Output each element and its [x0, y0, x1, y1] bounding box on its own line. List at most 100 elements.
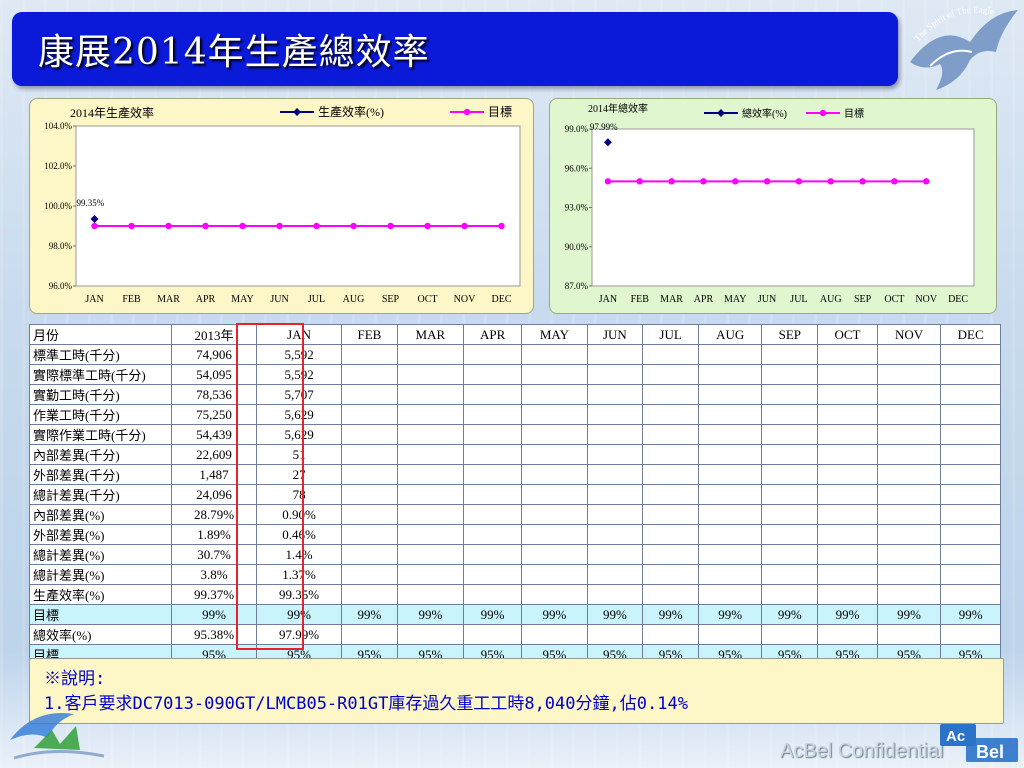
- x-tick-label: NOV: [454, 294, 476, 305]
- legend-label: 生產效率(%): [318, 104, 384, 119]
- table-row: 目標 99% 99% 99% 99% 99% 99% 99% 99% 99% 99% 99% 99% 99…: [29, 604, 1001, 625]
- table-cell: [697, 504, 763, 525]
- table-cell: [462, 504, 523, 525]
- table-cell: 99%: [940, 604, 1001, 625]
- row-label: 外部差異(千分): [29, 464, 172, 485]
- table-cell: [697, 564, 763, 585]
- table-cell: [341, 504, 398, 525]
- plot-area: [591, 128, 975, 287]
- table-header-cell: SEP: [761, 324, 819, 345]
- cell-2013: 30.7%: [170, 544, 258, 565]
- table-cell: [462, 484, 523, 505]
- table-header-row: 月份 2013年 JAN FEB MAR APR MAY JUN JUL AUG SEP OCT NOV…: [29, 324, 1001, 345]
- x-tick-label: JUN: [758, 294, 776, 305]
- row-label: 內部差異(千分): [29, 444, 172, 465]
- x-tick-label: FEB: [631, 294, 650, 305]
- table-header-cell: JUN: [586, 324, 644, 345]
- legend-label: 總效率(%): [742, 107, 787, 120]
- cell-jan: 1.37%: [256, 564, 343, 585]
- table-cell: [876, 504, 942, 525]
- cell-jan: 51: [256, 444, 343, 465]
- cell-2013: 54,095: [170, 364, 258, 385]
- table-cell: [697, 384, 763, 405]
- table-cell: [876, 584, 942, 605]
- legend-label: 目標: [844, 107, 864, 120]
- table-cell: [761, 384, 819, 405]
- table-cell: [876, 544, 942, 565]
- cell-jan: 99%: [256, 604, 343, 625]
- table-cell: [396, 504, 464, 525]
- table-cell: 99%: [521, 604, 588, 625]
- table-cell: [761, 464, 819, 485]
- table-cell: [521, 444, 588, 465]
- table-cell: 99%: [697, 604, 763, 625]
- table-cell: [761, 424, 819, 445]
- x-tick-label: MAY: [231, 294, 253, 305]
- x-tick-label: NOV: [915, 294, 937, 305]
- table-cell: [521, 424, 588, 445]
- table-cell: [817, 524, 878, 545]
- page-title: 康展2014年生產總效率: [38, 32, 430, 73]
- y-tick-label: 93.0%: [565, 203, 589, 213]
- cell-jan: 0.46%: [256, 524, 343, 545]
- eagle-logo-icon: The Spirit of The Eagle: [910, 4, 1018, 90]
- brand-ac: Ac: [946, 728, 965, 745]
- cell-2013: 75,250: [170, 404, 258, 425]
- table-cell: [521, 564, 588, 585]
- data-point-dot: [859, 178, 866, 185]
- table-header-cell: NOV: [876, 324, 942, 345]
- table-cell: [396, 544, 464, 565]
- table-cell: [396, 464, 464, 485]
- note-line: 1.客戶要求DC7013-090GT/LMCB05-R01GT庫存過久重工工時8…: [44, 694, 688, 714]
- row-label: 實際作業工時(千分): [29, 424, 172, 445]
- table-cell: [761, 504, 819, 525]
- data-point-dot: [498, 222, 505, 230]
- table-cell: [642, 364, 699, 385]
- table-cell: [940, 544, 1001, 565]
- table-cell: [642, 444, 699, 465]
- table-cell: [586, 484, 644, 505]
- table-cell: [586, 364, 644, 385]
- data-point-dot: [128, 222, 135, 230]
- table-cell: [396, 584, 464, 605]
- table-cell: [940, 424, 1001, 445]
- row-label: 內部差異(%): [29, 504, 172, 525]
- table-cell: [697, 484, 763, 505]
- table-row: 總計差異(%) 3.8% 1.37%: [29, 564, 1001, 585]
- table-cell: [817, 564, 878, 585]
- table-header-cell: MAY: [521, 324, 588, 345]
- table-cell: 99%: [761, 604, 819, 625]
- table-cell: [817, 544, 878, 565]
- legend-marker-diamond: [293, 108, 301, 116]
- table-cell: [761, 524, 819, 545]
- table-cell: [817, 484, 878, 505]
- table-cell: [642, 584, 699, 605]
- note-heading: ※說明:: [44, 669, 106, 689]
- table-cell: [341, 444, 398, 465]
- table-cell: [940, 584, 1001, 605]
- table-cell: [341, 384, 398, 405]
- y-tick-label: 96.0%: [49, 281, 73, 291]
- table-row: 總計差異(%) 30.7% 1.4%: [29, 544, 1001, 565]
- table-cell: [642, 464, 699, 485]
- table-cell: [396, 624, 464, 645]
- cell-jan: 5,592: [256, 344, 343, 365]
- cell-2013: 24,096: [170, 484, 258, 505]
- table-cell: [341, 464, 398, 485]
- table-cell: [817, 384, 878, 405]
- confidential-label: AcBel Confidential: [780, 740, 944, 762]
- table-cell: [876, 384, 942, 405]
- table-cell: [642, 384, 699, 405]
- table-cell: [521, 484, 588, 505]
- table-row: 實勤工時(千分) 78,536 5,707: [29, 384, 1001, 405]
- table-cell: [341, 564, 398, 585]
- table-cell: [817, 624, 878, 645]
- table-cell: [586, 404, 644, 425]
- table-cell: [876, 564, 942, 585]
- table-cell: [876, 424, 942, 445]
- table-header-cell: AUG: [697, 324, 763, 345]
- table-cell: [876, 524, 942, 545]
- table-cell: [396, 384, 464, 405]
- cell-2013: 74,906: [170, 344, 258, 365]
- cell-jan: 5,629: [256, 404, 343, 425]
